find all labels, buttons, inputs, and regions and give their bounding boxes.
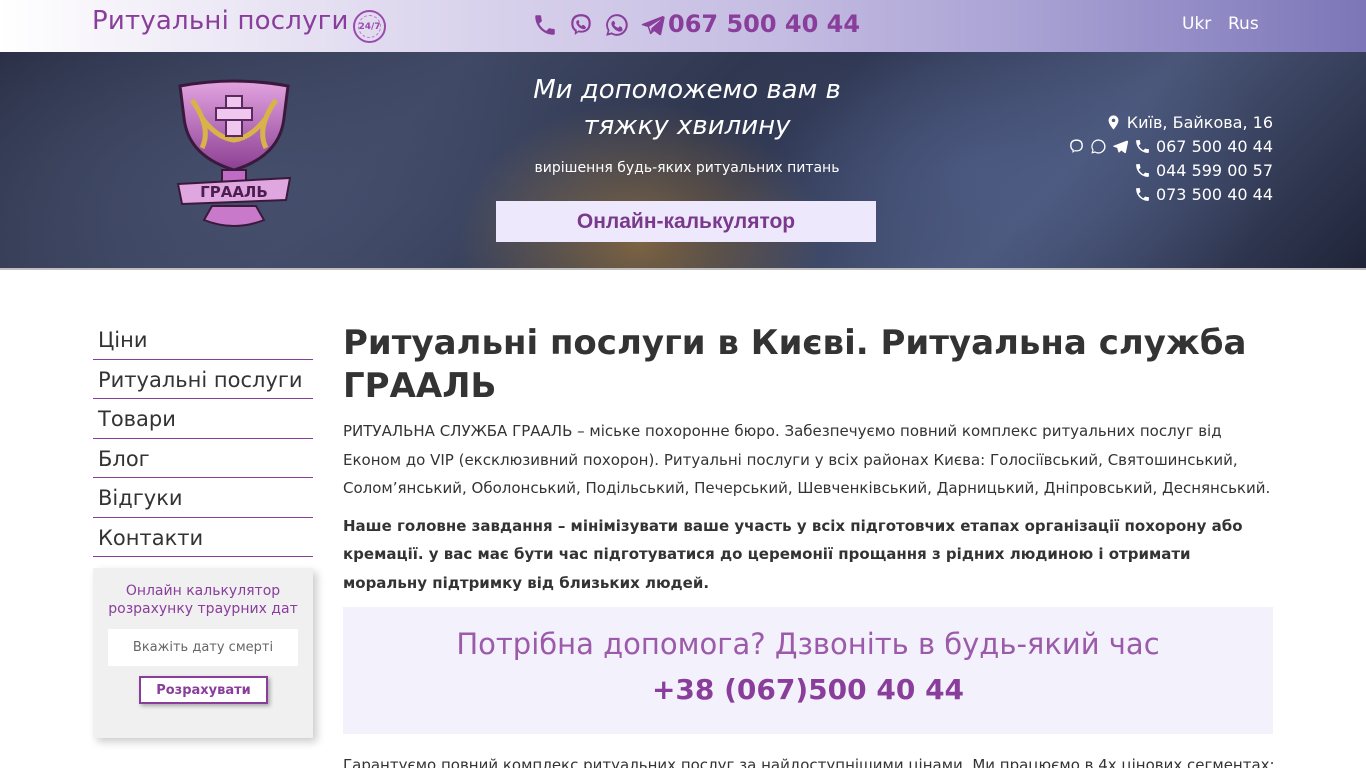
sidebar-item-blog[interactable]: Блог [93, 439, 313, 478]
badge-24-7-icon: 24/7 [353, 10, 386, 43]
phone-icon [1136, 187, 1149, 201]
header-phone-1[interactable]: 067 500 40 44 [1156, 137, 1273, 156]
contact-icons [532, 12, 666, 38]
calculator-title: Онлайн калькулятор розрахунку траурних д… [108, 583, 298, 617]
top-bar: Ритуальні послуги 24/7 067 500 40 44 Ukr… [0, 0, 1366, 52]
lang-rus-link[interactable]: Rus [1228, 14, 1259, 34]
lang-ukr-link[interactable]: Ukr [1182, 14, 1211, 34]
sidebar-item-contacts[interactable]: Контакти [93, 518, 313, 557]
death-date-input[interactable] [108, 629, 298, 666]
sidebar-item-prices[interactable]: Ціни [93, 320, 313, 360]
help-callout-text: Потрібна допомога? Дзвоніть в будь-який … [456, 627, 1160, 661]
telegram-icon[interactable] [1112, 138, 1129, 155]
phone-icon [1136, 163, 1149, 177]
viber-icon[interactable] [1068, 138, 1085, 155]
header-phone-3[interactable]: 073 500 40 44 [1156, 185, 1273, 204]
calculate-button[interactable]: Розрахувати [139, 676, 268, 704]
online-calculator-button[interactable]: Онлайн-калькулятор [496, 201, 876, 242]
intro-paragraph: РИТУАЛЬНА СЛУЖБА ГРААЛЬ – міське похорон… [343, 422, 1271, 497]
segments-paragraph: Гарантуємо повний комплекс ритуальних по… [343, 756, 1273, 768]
telegram-icon[interactable] [640, 12, 666, 38]
hero-slogan: Ми допоможемо вам в тяжку хвилину [533, 75, 841, 141]
whatsapp-icon[interactable] [604, 12, 630, 38]
hero-banner: ГРААЛЬ Ми допоможемо вам в тяжку хвилину… [0, 52, 1366, 270]
sidebar-item-ritual-services[interactable]: Ритуальні послуги [93, 360, 313, 399]
map-marker-icon [1108, 114, 1119, 130]
viber-icon[interactable] [568, 12, 594, 38]
help-callout-phone[interactable]: +38 (067)500 40 44 [343, 673, 1273, 706]
hero-subslogan: вирішення будь-яких ритуальних питань [534, 160, 840, 176]
phone-icon[interactable] [532, 12, 558, 38]
main-content: Ритуальні послуги в Києві. Ритуальна слу… [343, 322, 1273, 597]
header-contacts: Київ, Байкова, 16 067 500 40 44 044 599 … [1068, 110, 1273, 206]
address-text: Київ, Байкова, 16 [1126, 112, 1273, 132]
site-brand[interactable]: Ритуальні послуги [92, 6, 349, 36]
header-phone-2[interactable]: 044 599 00 57 [1156, 161, 1273, 180]
mourning-dates-calculator: Онлайн калькулятор розрахунку траурних д… [93, 568, 313, 738]
whatsapp-icon[interactable] [1090, 138, 1107, 155]
sidebar-item-reviews[interactable]: Відгуки [93, 478, 313, 518]
grail-logo-text: ГРААЛЬ [200, 183, 268, 201]
page-title: Ритуальні послуги в Києві. Ритуальна слу… [343, 323, 1247, 406]
top-phone-link[interactable]: 067 500 40 44 [668, 10, 860, 38]
help-callout: Потрібна допомога? Дзвоніть в будь-який … [343, 607, 1273, 734]
phone-icon [1136, 139, 1149, 153]
sidebar-item-goods[interactable]: Товари [93, 399, 313, 439]
grail-logo-icon[interactable]: ГРААЛЬ [172, 78, 296, 234]
sidebar-menu: Ціни Ритуальні послуги Товари Блог Відгу… [93, 320, 313, 557]
mission-paragraph: Наше головне завдання – мінімізувати ваш… [343, 516, 1243, 592]
